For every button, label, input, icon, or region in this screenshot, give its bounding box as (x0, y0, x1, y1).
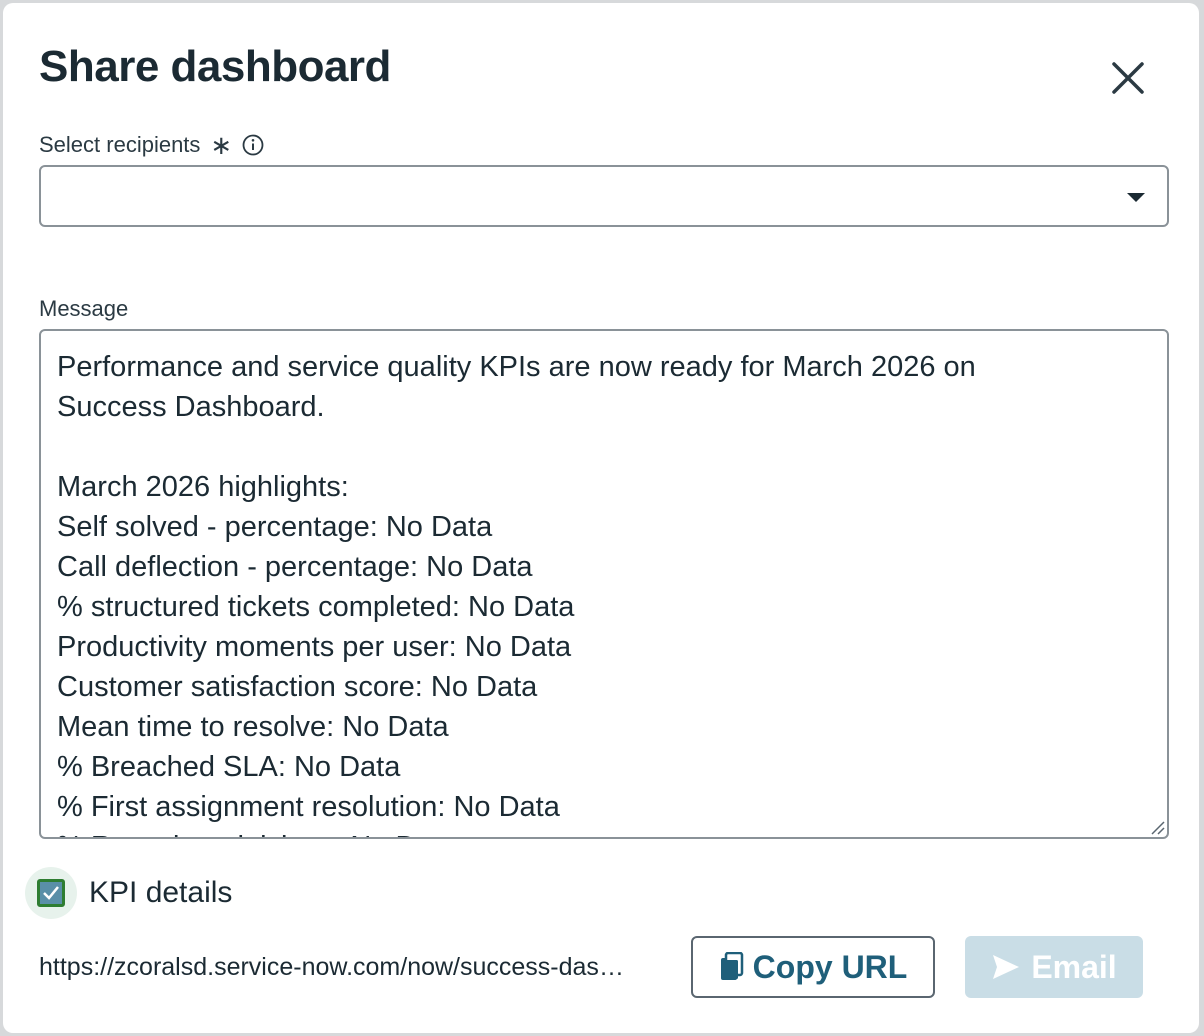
copy-icon (720, 952, 743, 980)
check-icon (43, 886, 59, 900)
share-dashboard-dialog: Share dashboard Select recipients ∗ Mess… (3, 3, 1199, 1033)
close-icon (1112, 62, 1144, 94)
email-label: Email (1031, 948, 1117, 985)
required-asterisk: ∗ (210, 130, 233, 160)
kpi-details-row: KPI details (25, 867, 232, 919)
recipients-select[interactable] (39, 165, 1169, 227)
chevron-down-icon (1127, 193, 1145, 202)
dialog-title: Share dashboard (39, 42, 391, 91)
resize-grip-icon[interactable] (1149, 819, 1165, 835)
close-button[interactable] (1105, 55, 1151, 101)
recipients-label: Select recipients (39, 132, 201, 157)
message-textarea[interactable]: Performance and service quality KPIs are… (39, 329, 1169, 839)
recipients-label-row: Select recipients ∗ (39, 131, 264, 159)
email-button[interactable]: Email (965, 936, 1143, 998)
message-label: Message (39, 296, 129, 321)
info-icon[interactable] (242, 134, 264, 156)
message-text: Performance and service quality KPIs are… (57, 351, 976, 837)
send-icon (993, 955, 1020, 979)
copy-url-button[interactable]: Copy URL (691, 936, 935, 998)
share-url: https://zcoralsd.service-now.com/now/suc… (39, 953, 629, 981)
kpi-details-label: KPI details (89, 876, 233, 909)
copy-url-label: Copy URL (752, 948, 908, 985)
kpi-details-checkbox[interactable] (25, 867, 77, 919)
checkbox-box (37, 879, 65, 907)
